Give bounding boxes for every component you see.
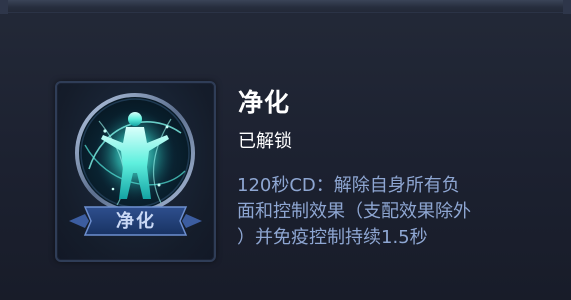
panel-top-border: [0, 0, 571, 13]
skill-name-badge: 净化: [116, 211, 156, 232]
description-line: 120秒CD：解除自身所有负: [237, 175, 460, 196]
skill-title: 净化: [238, 88, 291, 117]
description-line: ）并免疫控制持续1.5秒: [237, 227, 428, 248]
unlock-status: 已解锁: [238, 131, 292, 152]
panel-corner-right: [563, 0, 571, 14]
panel-corner-left: [0, 0, 8, 14]
description-line: 面和控制效果（支配效果除外: [237, 201, 471, 222]
skill-description: 120秒CD：解除自身所有负 面和控制效果（支配效果除外 ）并免疫控制持续1.5…: [237, 173, 557, 251]
